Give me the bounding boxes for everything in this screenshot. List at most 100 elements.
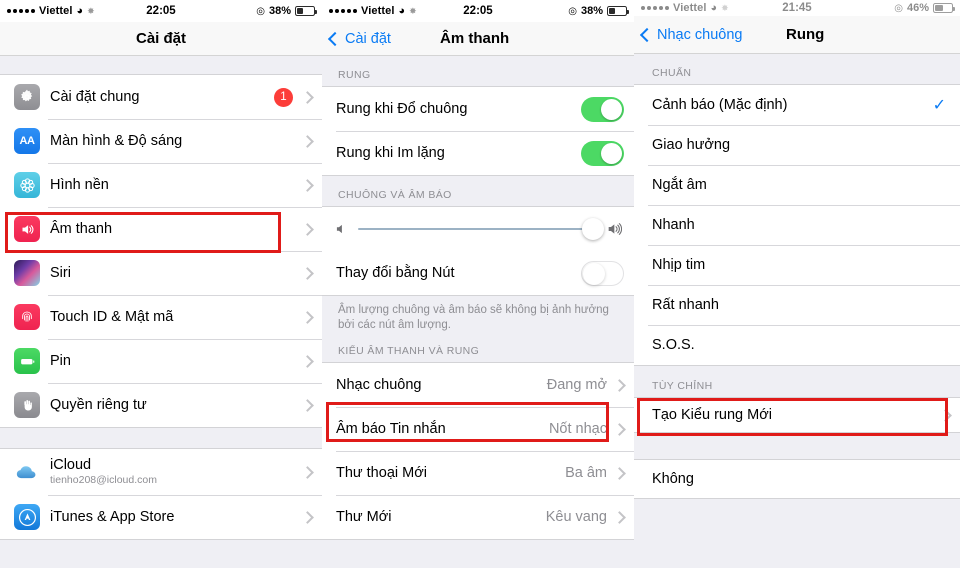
row-value: Đang mở (546, 377, 607, 393)
speaker-low-icon (334, 222, 348, 236)
fingerprint-icon (14, 304, 40, 330)
toggle-vibrate-on-ring[interactable] (581, 96, 624, 122)
chevron-right-icon (301, 465, 314, 479)
wifi-icon: ◕ (398, 4, 406, 17)
back-button[interactable]: Cài đặt (327, 31, 391, 47)
row-vibration-none[interactable]: Không (634, 460, 960, 498)
sidebar-item-label: Touch ID & Mật mã (50, 309, 174, 325)
display-brightness-icon: AA (14, 128, 40, 154)
row-new-mail[interactable]: Thư Mới Kêu vang (322, 495, 634, 539)
status-bar-vibration: Viettel ◕ ✸ 21:45 ◎ 46% (634, 0, 960, 16)
sidebar-item-battery[interactable]: Pin (0, 339, 322, 383)
chevron-right-icon (939, 408, 952, 422)
sidebar-item-display-brightness[interactable]: AA Màn hình & Độ sáng (0, 119, 322, 163)
sidebar-item-general[interactable]: Cài đặt chung 1 (0, 75, 322, 119)
chevron-right-icon (301, 398, 314, 412)
row-vibration-heartbeat[interactable]: Nhịp tim (634, 245, 960, 285)
nav-bar-sound: Cài đặt Âm thanh (322, 22, 634, 56)
row-vibrate-on-ring[interactable]: Rung khi Đổ chuông (322, 87, 634, 131)
screenshot-root: Viettel ◕ ✸ 22:05 ◎ 38% Cài đặt Cài đặt … (0, 0, 960, 568)
row-label: Thư Mới (336, 509, 392, 525)
page-title: Cài đặt (135, 30, 186, 47)
panel-vibration: Viettel ◕ ✸ 21:45 ◎ 46% Nhạc chuông Rung (634, 0, 960, 568)
row-change-with-buttons[interactable]: Thay đổi bằng Nút (322, 251, 634, 295)
bluetooth-icon: ✸ (409, 5, 417, 16)
chevron-right-icon (613, 510, 626, 524)
row-text-tone[interactable]: Âm báo Tin nhắn Nốt nhạc (322, 407, 634, 451)
location-icon: ◎ (256, 5, 265, 17)
list-top-spacer (0, 56, 322, 74)
chevron-right-icon (301, 178, 314, 192)
chevron-right-icon (301, 266, 314, 280)
row-vibration-rapid[interactable]: Rất nhanh (634, 285, 960, 325)
row-ringer-volume[interactable] (322, 207, 634, 251)
row-create-new-vibration[interactable]: Tạo Kiểu rung Mới (634, 398, 960, 432)
chevron-right-icon (613, 422, 626, 436)
section-custom-vibrations: Tạo Kiểu rung Mới (634, 397, 960, 433)
bluetooth-icon: ✸ (87, 5, 95, 16)
section-none: Không (634, 459, 960, 499)
panel-sound-settings: Viettel ◕ ✸ 22:05 ◎ 38% Cài đặt Âm thanh (322, 0, 634, 568)
sidebar-item-privacy[interactable]: Quyền riêng tư (0, 383, 322, 427)
toggle-vibrate-on-silent[interactable] (581, 140, 624, 166)
sidebar-item-sounds[interactable]: Âm thanh (0, 207, 322, 251)
row-label: Rung khi Im lặng (336, 145, 445, 161)
gear-icon (14, 84, 40, 110)
sidebar-item-wallpaper[interactable]: Hình nền (0, 163, 322, 207)
sidebar-item-icloud[interactable]: iCloud tienho208@icloud.com (0, 449, 322, 495)
group-gap (634, 433, 960, 459)
sidebar-item-touchid-passcode[interactable]: Touch ID & Mật mã (0, 295, 322, 339)
status-badge: 1 (274, 87, 293, 107)
sound-speaker-icon (14, 216, 40, 242)
list-bottom-spacer (634, 499, 960, 559)
back-button[interactable]: Nhạc chuông (639, 27, 742, 43)
row-vibrate-on-silent[interactable]: Rung khi Im lặng (322, 131, 634, 175)
row-vibration-quick[interactable]: Nhanh (634, 205, 960, 245)
carrier-label: Viettel (673, 2, 707, 14)
wifi-icon: ◕ (76, 4, 84, 17)
row-vibration-alert-default[interactable]: Cảnh báo (Mặc định) ✓ (634, 85, 960, 125)
row-ringtone[interactable]: Nhạc chuông Đang mở (322, 363, 634, 407)
row-label: Tạo Kiểu rung Mới (652, 407, 772, 423)
list-bottom-spacer (0, 540, 322, 568)
panel-settings: Viettel ◕ ✸ 22:05 ◎ 38% Cài đặt Cài đặt … (0, 0, 322, 568)
speaker-high-icon (606, 221, 622, 237)
section-standard-vibrations: Cảnh báo (Mặc định) ✓ Giao hưởng Ngắt âm… (634, 84, 960, 366)
icloud-text-stack: iCloud tienho208@icloud.com (50, 457, 301, 487)
sidebar-item-itunes-app-store[interactable]: iTunes & App Store (0, 495, 322, 539)
nav-bar-settings: Cài đặt (0, 22, 322, 56)
sidebar-item-siri[interactable]: Siri (0, 251, 322, 295)
icloud-cloud-icon (14, 459, 40, 485)
chevron-left-icon (327, 31, 343, 46)
row-vibration-sos[interactable]: S.O.S. (634, 325, 960, 365)
row-label: Nhạc chuông (336, 377, 422, 393)
signal-strength-icon (7, 9, 35, 13)
volume-slider-knob[interactable] (582, 218, 604, 240)
row-value: Nốt nhạc (548, 421, 607, 437)
page-title: Âm thanh (440, 30, 510, 47)
row-label: Nhanh (652, 217, 695, 233)
group-gap (0, 428, 322, 448)
section-ringer: Thay đổi bằng Nút (322, 206, 634, 296)
chevron-right-icon (613, 466, 626, 480)
privacy-hand-icon (14, 392, 40, 418)
section-sounds-and-vibration: Nhạc chuông Đang mở Âm báo Tin nhắn Nốt … (322, 362, 634, 540)
row-vibration-symphony[interactable]: Giao hưởng (634, 125, 960, 165)
wallpaper-icon (14, 172, 40, 198)
row-label: Rung khi Đổ chuông (336, 101, 468, 117)
status-bar-sound: Viettel ◕ ✸ 22:05 ◎ 38% (322, 0, 634, 22)
status-bar-settings: Viettel ◕ ✸ 22:05 ◎ 38% (0, 0, 322, 22)
row-label: Ngắt âm (652, 177, 707, 193)
volume-slider[interactable] (358, 218, 604, 240)
row-label: Rất nhanh (652, 297, 719, 313)
row-new-voicemail[interactable]: Thư thoại Mới Ba âm (322, 451, 634, 495)
toggle-change-with-buttons[interactable] (581, 260, 624, 286)
battery-icon (14, 348, 40, 374)
sidebar-item-label: Pin (50, 353, 71, 369)
bluetooth-icon: ✸ (721, 2, 729, 13)
nav-bar-vibration: Nhạc chuông Rung (634, 16, 960, 54)
row-vibration-staccato[interactable]: Ngắt âm (634, 165, 960, 205)
row-label: Âm báo Tin nhắn (336, 421, 446, 437)
row-label: Nhịp tim (652, 257, 706, 273)
section-header-ringer: CHUÔNG VÀ ÂM BÁO (322, 176, 634, 206)
